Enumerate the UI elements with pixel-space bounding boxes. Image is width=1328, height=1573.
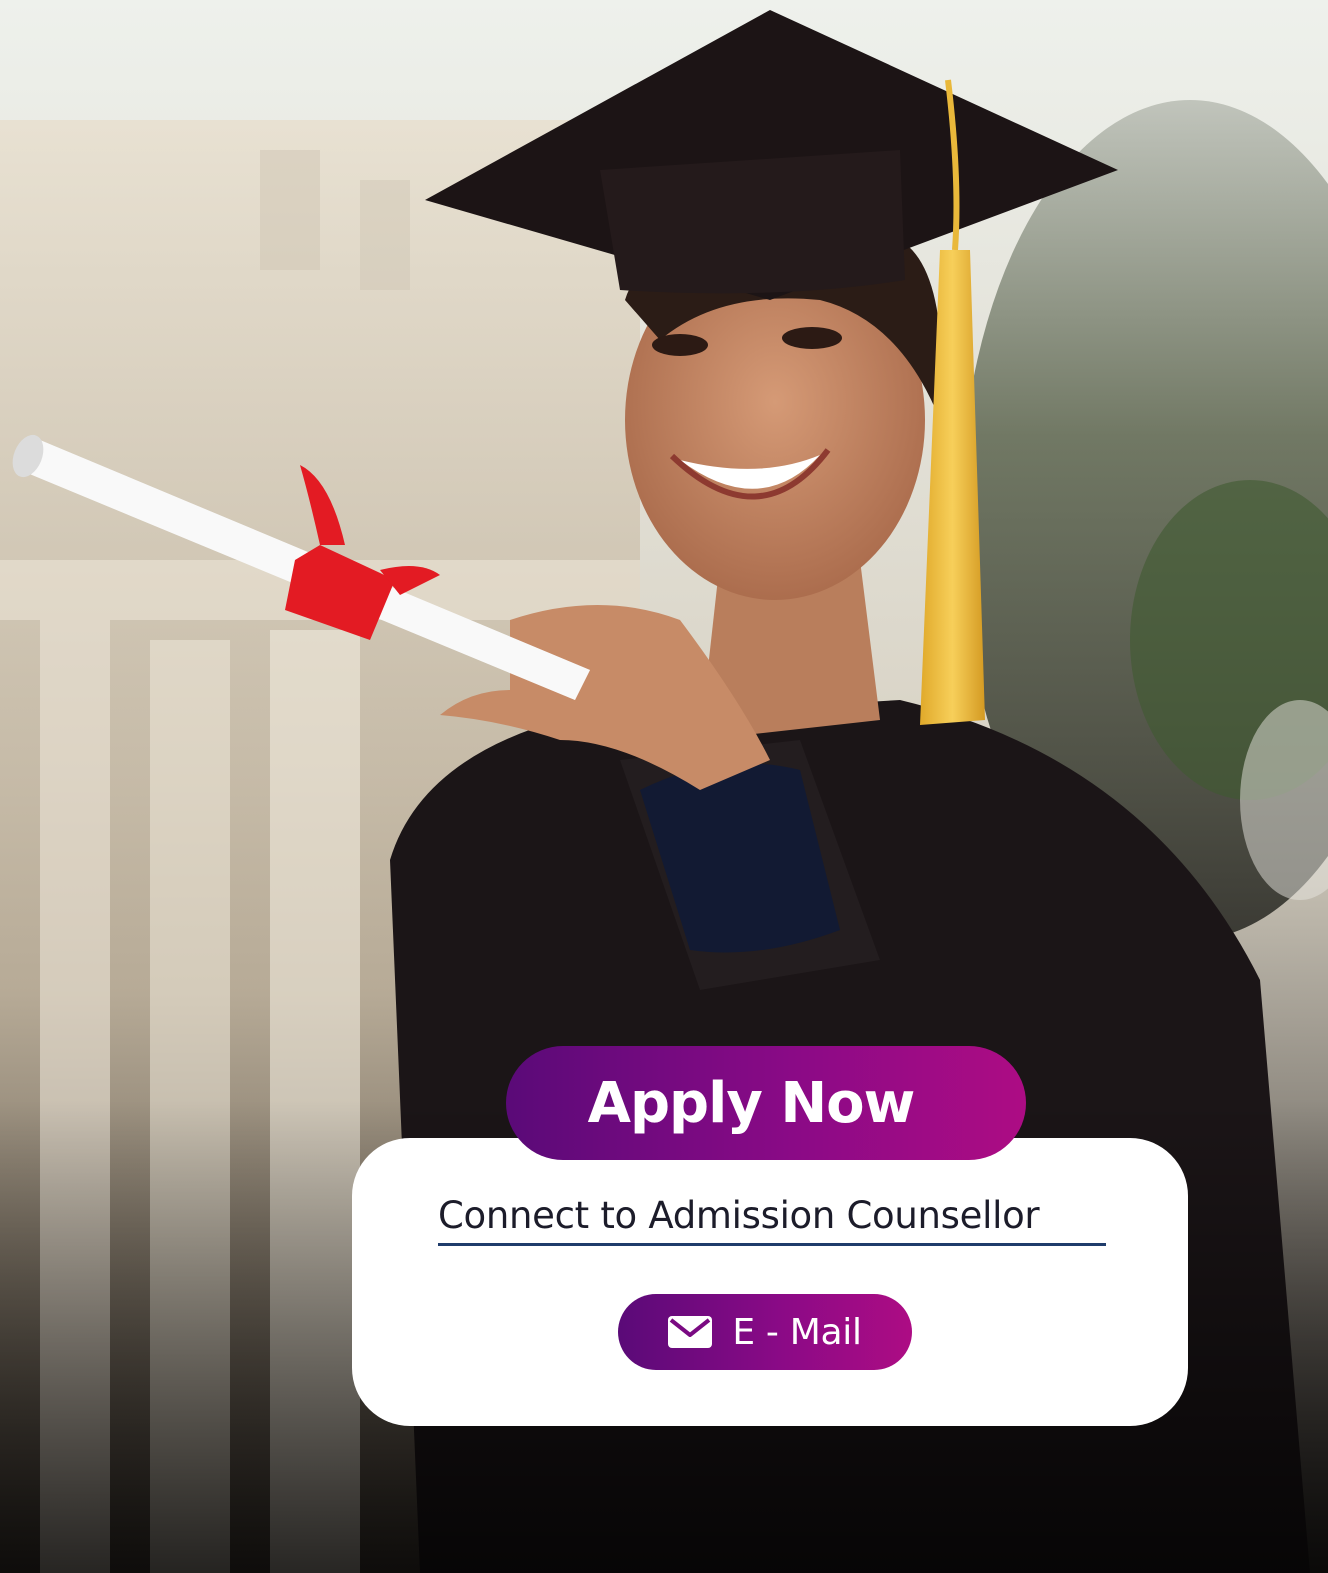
email-button[interactable]: E - Mail [618, 1294, 912, 1370]
apply-now-label: Apply Now [587, 1070, 916, 1136]
apply-now-button[interactable]: Apply Now [506, 1046, 1026, 1160]
connect-counsellor-link[interactable]: Connect to Admission Counsellor [438, 1194, 1106, 1246]
page: Apply Now Connect to Admission Counsello… [0, 0, 1328, 1573]
mail-icon [668, 1316, 713, 1348]
contact-card: Connect to Admission Counsellor E - Mail [352, 1138, 1188, 1426]
email-button-label: E - Mail [732, 1311, 862, 1353]
